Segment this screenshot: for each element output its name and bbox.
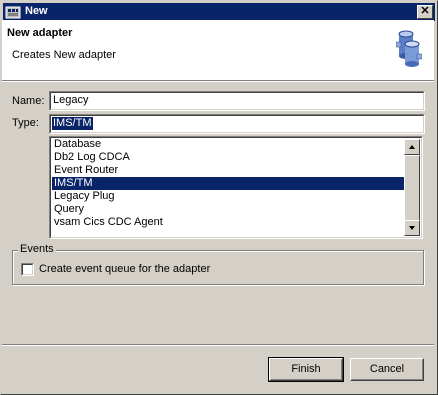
arrow-up-icon bbox=[409, 145, 415, 149]
window-title: New bbox=[25, 5, 48, 17]
type-list-items: Database Db2 Log CDCA Event Router IMS/T… bbox=[52, 138, 407, 229]
database-adapter-icon bbox=[396, 30, 422, 67]
page-title: New adapter bbox=[7, 27, 73, 39]
checkbox-bevel bbox=[22, 264, 33, 275]
list-item[interactable]: Legacy Plug bbox=[52, 190, 407, 203]
list-item[interactable]: vsam Cics CDC Agent bbox=[52, 216, 407, 229]
close-icon: ✕ bbox=[420, 5, 430, 17]
type-list-bevel: Database Db2 Log CDCA Event Router IMS/T… bbox=[50, 137, 422, 238]
footer-separator bbox=[2, 344, 434, 346]
cancel-button[interactable]: Cancel bbox=[350, 358, 424, 381]
scroll-down-button[interactable] bbox=[404, 220, 420, 236]
list-scrollbar[interactable] bbox=[404, 139, 420, 236]
type-input-value: IMS/TM bbox=[52, 117, 93, 130]
type-input[interactable]: IMS/TM bbox=[49, 114, 425, 134]
app-icon bbox=[5, 6, 21, 19]
arrow-down-icon bbox=[409, 226, 415, 230]
scroll-thumb[interactable] bbox=[404, 155, 420, 223]
list-item-selected[interactable]: IMS/TM bbox=[52, 177, 407, 190]
name-input-value: Legacy bbox=[53, 94, 89, 106]
wizard-header: New adapter Creates New adapter bbox=[2, 20, 434, 80]
name-label: Name: bbox=[12, 95, 45, 107]
list-item[interactable]: Event Router bbox=[52, 164, 407, 177]
list-item[interactable]: Database bbox=[52, 138, 407, 151]
type-input-bevel bbox=[50, 115, 424, 133]
name-input[interactable]: Legacy bbox=[49, 91, 425, 111]
cancel-button-label: Cancel bbox=[369, 363, 405, 375]
title-bar[interactable]: New ✕ bbox=[3, 3, 435, 21]
finish-button-label: Finish bbox=[291, 363, 321, 375]
create-event-queue-checkbox[interactable] bbox=[21, 263, 34, 276]
type-label: Type: bbox=[12, 117, 39, 129]
close-button[interactable]: ✕ bbox=[417, 5, 433, 19]
page-description: Creates New adapter bbox=[12, 49, 116, 61]
header-separator bbox=[2, 80, 434, 82]
finish-button[interactable]: Finish bbox=[268, 357, 344, 382]
events-group-title: Events bbox=[18, 243, 56, 255]
list-item[interactable]: Query bbox=[52, 203, 407, 216]
create-event-queue-label[interactable]: Create event queue for the adapter bbox=[39, 263, 210, 275]
name-input-bevel bbox=[50, 92, 424, 110]
scroll-up-button[interactable] bbox=[404, 139, 420, 155]
list-item[interactable]: Db2 Log CDCA bbox=[52, 151, 407, 164]
type-list[interactable]: Database Db2 Log CDCA Event Router IMS/T… bbox=[49, 136, 423, 239]
